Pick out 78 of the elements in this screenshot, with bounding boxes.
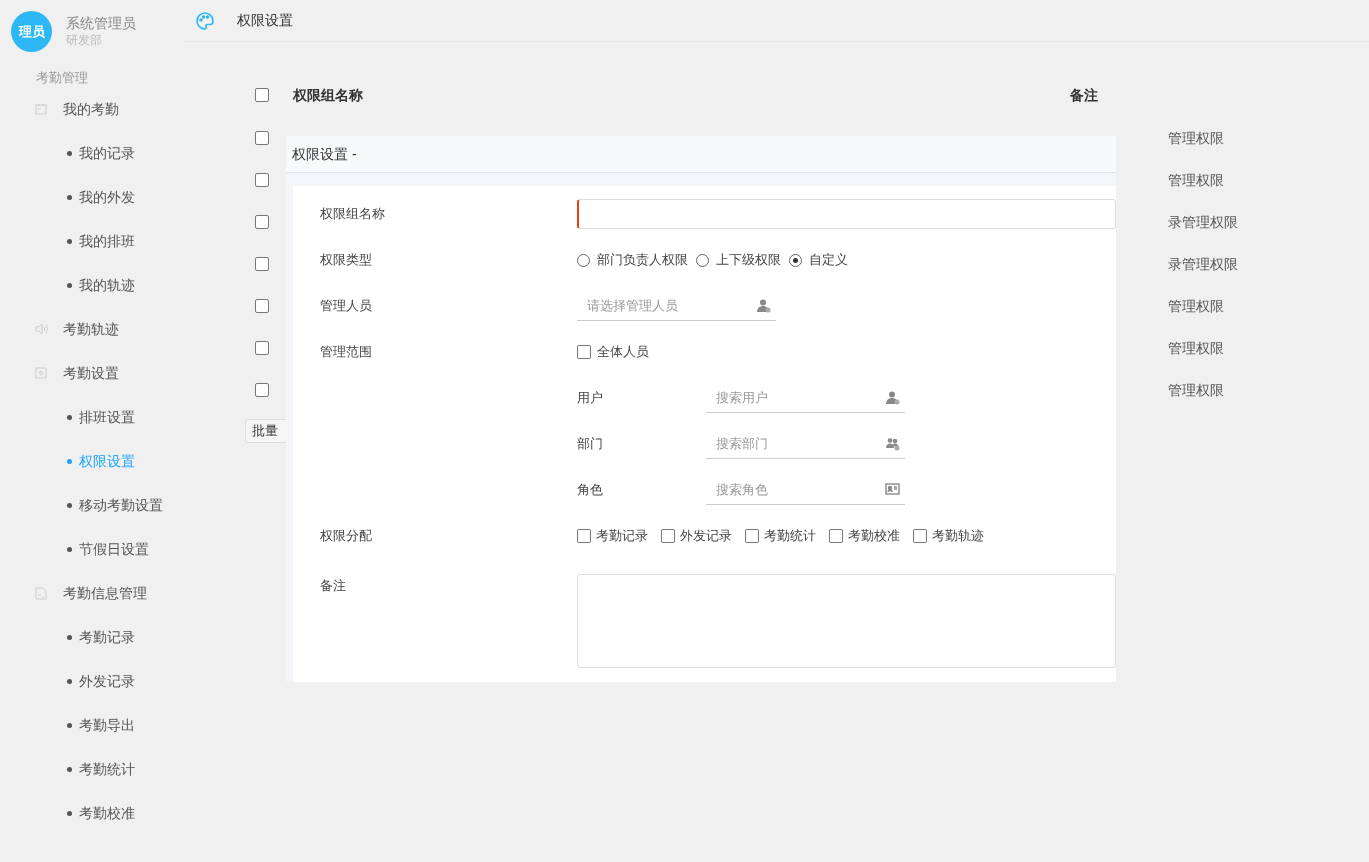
- page-title: 权限设置: [237, 11, 293, 30]
- menu-item[interactable]: 我的记录: [79, 142, 135, 164]
- field-label: 部门: [577, 435, 604, 454]
- field-label: 备注: [320, 577, 347, 595]
- radio-button[interactable]: [696, 253, 709, 267]
- menu-group[interactable]: 考勤轨迹: [63, 318, 119, 340]
- speaker-icon: [35, 323, 48, 335]
- section-title: 考勤管理: [35, 69, 89, 87]
- menu-item[interactable]: 考勤统计: [79, 758, 135, 780]
- radio-button[interactable]: [789, 253, 802, 267]
- add-user-icon[interactable]: [757, 298, 771, 313]
- input-field[interactable]: [577, 199, 1116, 229]
- radio-label[interactable]: 上下级权限: [716, 250, 781, 270]
- checkbox[interactable]: [255, 173, 269, 187]
- table-cell-text: 管理权限: [1168, 296, 1224, 316]
- field-label: 权限类型: [320, 251, 373, 270]
- checkbox-label[interactable]: 外发记录: [680, 526, 732, 546]
- checkbox-label[interactable]: 考勤轨迹: [932, 526, 984, 546]
- menu-item[interactable]: 考勤导出: [79, 714, 135, 736]
- field-label: 用户: [577, 389, 604, 408]
- placeholder: 搜索用户: [716, 388, 768, 407]
- table-cell-text: 管理权限: [1168, 128, 1224, 148]
- user-name: 系统管理员: [66, 14, 136, 32]
- checkbox[interactable]: [913, 529, 927, 543]
- menu-item[interactable]: 排班设置: [79, 406, 135, 428]
- menu-group[interactable]: 考勤信息管理: [63, 582, 147, 604]
- menu-group[interactable]: 我的考勤: [63, 98, 119, 120]
- document-icon: [35, 586, 47, 600]
- table-cell-text: 管理权限: [1168, 380, 1224, 400]
- field-label: 角色: [577, 481, 604, 500]
- menu-item[interactable]: 我的轨迹: [79, 274, 135, 296]
- checkbox[interactable]: [255, 299, 269, 313]
- field-label: 权限分配: [320, 527, 373, 546]
- table-cell-text: 录管理权限: [1168, 254, 1238, 274]
- checkbox-label[interactable]: 全体人员: [597, 342, 649, 362]
- menu-item[interactable]: 我的排班: [79, 230, 135, 252]
- checkbox[interactable]: [829, 529, 843, 543]
- radio-label[interactable]: 自定义: [809, 250, 848, 270]
- table-cell-text: 录管理权限: [1168, 212, 1238, 232]
- checkbox[interactable]: [255, 341, 269, 355]
- menu-item[interactable]: 移动考勤设置: [79, 494, 163, 516]
- column-header: 权限组名称: [293, 85, 364, 105]
- dialog-title: 权限设置 -: [292, 144, 357, 164]
- add-user-icon[interactable]: [886, 390, 900, 405]
- table-cell-text: 管理权限: [1168, 170, 1224, 190]
- checkbox[interactable]: [577, 345, 591, 359]
- checkbox[interactable]: [661, 529, 675, 543]
- menu-item[interactable]: 我的外发: [79, 186, 135, 208]
- menu-item[interactable]: 节假日设置: [79, 538, 149, 560]
- checkbox-label[interactable]: 考勤记录: [596, 526, 648, 546]
- checkbox-label[interactable]: 考勤校准: [848, 526, 900, 546]
- checkbox[interactable]: [577, 529, 591, 543]
- placeholder: 请选择管理人员: [587, 296, 678, 315]
- checkbox[interactable]: [255, 131, 269, 145]
- field-label: 管理人员: [320, 297, 373, 316]
- placeholder: 搜索部门: [716, 434, 768, 453]
- placeholder: 搜索角色: [716, 480, 768, 499]
- column-header: 备注: [1070, 85, 1098, 105]
- field-label: 管理范围: [320, 343, 373, 362]
- checkbox[interactable]: [745, 529, 759, 543]
- gear-box-icon: [35, 367, 47, 379]
- checkbox-label[interactable]: 考勤统计: [764, 526, 816, 546]
- checkbox[interactable]: [255, 257, 269, 271]
- menu-item[interactable]: 考勤记录: [79, 626, 135, 648]
- checkbox[interactable]: [255, 215, 269, 229]
- user-avatar: 理员: [11, 11, 52, 52]
- calendar-icon: [35, 103, 47, 115]
- id-card-icon[interactable]: [885, 483, 900, 496]
- menu-item[interactable]: 考勤校准: [79, 802, 135, 824]
- group-icon[interactable]: [886, 436, 900, 451]
- radio-label[interactable]: 部门负责人权限: [597, 250, 688, 270]
- menu-group[interactable]: 考勤设置: [63, 362, 119, 384]
- table-cell-text: 管理权限: [1168, 338, 1224, 358]
- radio-button[interactable]: [577, 253, 590, 267]
- menu-item[interactable]: 外发记录: [79, 670, 135, 692]
- checkbox[interactable]: [255, 88, 269, 102]
- checkbox[interactable]: [255, 383, 269, 397]
- field-label: 权限组名称: [320, 205, 386, 224]
